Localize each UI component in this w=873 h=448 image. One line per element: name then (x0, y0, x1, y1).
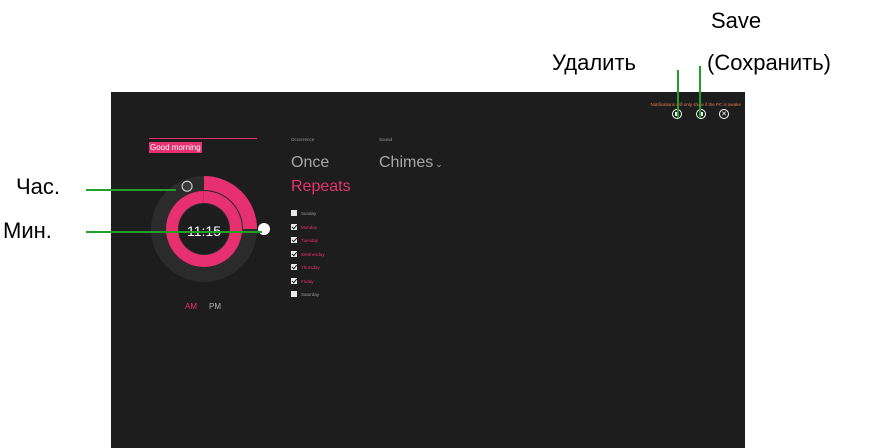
save-annotation-line1: Save (711, 8, 762, 33)
minute-annotation: Мин. (3, 218, 52, 243)
day-tuesday[interactable]: Tuesday (291, 236, 318, 244)
checkbox[interactable] (291, 264, 297, 270)
day-friday[interactable]: Friday (291, 277, 314, 285)
save-callout-line (699, 66, 701, 118)
minute-callout-line (86, 231, 262, 233)
occurrence-label: Occurrence (291, 137, 315, 142)
day-label: Tuesday (301, 237, 319, 243)
hour-annotation: Час. (16, 174, 61, 199)
checkbox[interactable] (291, 210, 297, 216)
day-label: Wednesday (301, 251, 325, 257)
day-thursday[interactable]: Thursday (291, 263, 320, 271)
sound-label: Sound (379, 137, 393, 142)
am-toggle[interactable]: AM (185, 302, 197, 311)
delete-callout-line (677, 70, 679, 118)
checkbox[interactable] (291, 291, 297, 297)
day-monday[interactable]: Monday (291, 223, 317, 231)
sound-dropdown[interactable]: Chimes ⌄ (379, 154, 443, 172)
checkbox[interactable] (291, 224, 297, 230)
day-label: Friday (301, 278, 314, 284)
day-saturday[interactable]: Saturday (291, 290, 319, 298)
day-label: Saturday (301, 291, 320, 297)
checkbox[interactable] (291, 251, 297, 257)
alarm-screen: Notifications will only show if the PC i… (111, 92, 745, 448)
checkbox[interactable] (291, 278, 297, 284)
occurrence-repeats-option[interactable]: Repeats (291, 178, 351, 196)
save-annotation-line2: (Сохранить) (707, 50, 831, 75)
day-wednesday[interactable]: Wednesday (291, 250, 325, 258)
pm-toggle[interactable]: PM (209, 302, 221, 311)
delete-annotation: Удалить (552, 50, 636, 75)
checkbox[interactable] (291, 237, 297, 243)
sound-value: Chimes (379, 154, 434, 171)
day-label: Monday (301, 224, 318, 230)
day-sunday[interactable]: Sunday (291, 209, 316, 217)
hour-callout-line (86, 189, 176, 191)
clock-dial[interactable]: 11:15 (111, 92, 745, 448)
hour-handle[interactable] (181, 180, 193, 192)
occurrence-once-option[interactable]: Once (291, 154, 329, 172)
day-label: Thursday (301, 264, 320, 270)
minute-handle[interactable] (258, 223, 270, 235)
chevron-down-icon: ⌄ (435, 159, 443, 169)
day-label: Sunday (301, 210, 317, 216)
